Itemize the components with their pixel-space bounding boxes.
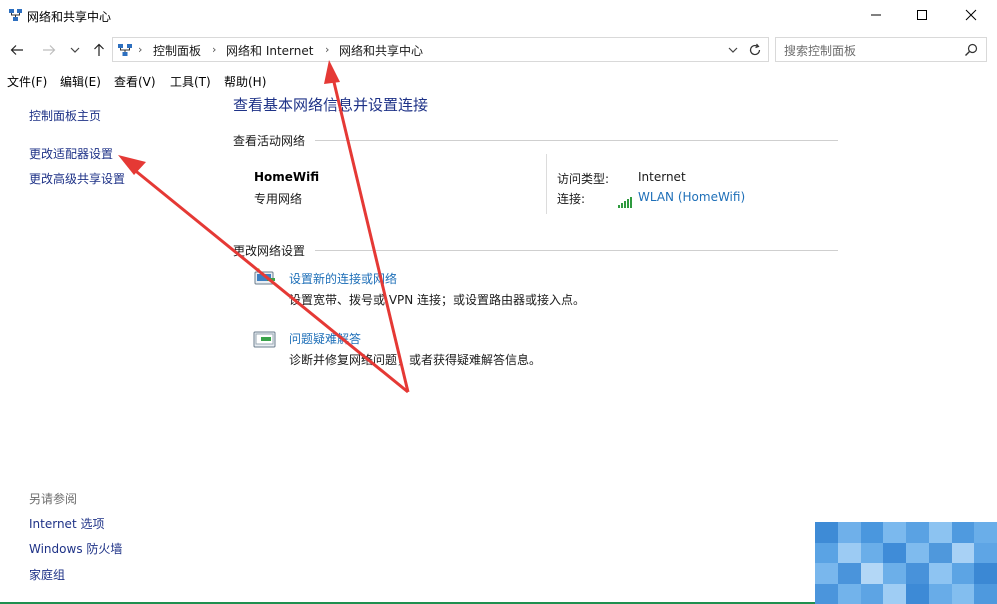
back-arrow-icon — [10, 45, 23, 55]
search-input[interactable]: 搜索控制面板 — [784, 42, 856, 59]
task-desc-troubleshoot: 诊断并修复网络问题，或者获得疑难解答信息。 — [289, 353, 542, 367]
forward-button[interactable] — [40, 41, 58, 59]
left-pane: 控制面板主页 更改适配器设置 更改高级共享设置 另请参阅 Internet 选项… — [0, 92, 225, 604]
task-desc-setup-connection: 设置宽带、拨号或 VPN 连接；或设置路由器或接入点。 — [289, 293, 586, 307]
troubleshoot-icon — [253, 330, 277, 350]
section-divider — [315, 140, 838, 141]
search-box[interactable]: 搜索控制面板 — [775, 37, 987, 62]
breadcrumb-control-panel[interactable]: 控制面板 — [153, 42, 201, 59]
forward-arrow-icon — [43, 45, 56, 55]
breadcrumb-separator: › — [212, 43, 217, 56]
back-button[interactable] — [8, 41, 26, 59]
network-center-icon — [8, 8, 23, 23]
menu-help[interactable]: 帮助(H) — [224, 73, 266, 90]
see-also-windows-firewall[interactable]: Windows 防火墙 — [29, 540, 122, 557]
breadcrumb-network-internet[interactable]: 网络和 Internet — [226, 42, 313, 59]
connection-link-wlan[interactable]: WLAN (HomeWifi) — [638, 190, 745, 204]
close-icon — [965, 9, 977, 21]
breadcrumb-separator: › — [138, 43, 143, 56]
breadcrumb-network-sharing-center[interactable]: 网络和共享中心 — [339, 42, 423, 59]
menu-file[interactable]: 文件(F) — [7, 73, 47, 90]
minimize-button[interactable] — [853, 0, 899, 30]
close-button[interactable] — [948, 0, 994, 30]
chevron-down-icon — [70, 47, 80, 53]
refresh-button[interactable] — [745, 41, 765, 59]
active-networks-heading: 查看活动网络 — [233, 134, 306, 148]
task-link-setup-connection[interactable]: 设置新的连接或网络 — [289, 270, 397, 287]
access-type-label: 访问类型: — [557, 172, 610, 186]
see-also-label: 另请参阅 — [29, 492, 78, 506]
maximize-icon — [917, 10, 927, 20]
vertical-divider — [546, 154, 547, 214]
section-divider — [315, 250, 838, 251]
recent-locations-button[interactable] — [66, 41, 84, 59]
up-arrow-icon — [94, 43, 104, 56]
menu-bar: 文件(F) 编辑(E) 查看(V) 工具(T) 帮助(H) — [0, 70, 997, 92]
address-dropdown-button[interactable] — [725, 42, 741, 58]
see-also-homegroup[interactable]: 家庭组 — [29, 566, 65, 583]
wifi-signal-icon — [618, 193, 632, 208]
window-title: 网络和共享中心 — [27, 10, 112, 24]
change-network-settings-heading: 更改网络设置 — [233, 244, 306, 258]
maximize-button[interactable] — [899, 0, 945, 30]
menu-view[interactable]: 查看(V) — [114, 73, 156, 90]
task-link-troubleshoot[interactable]: 问题疑难解答 — [289, 330, 361, 347]
new-connection-icon — [253, 268, 277, 288]
search-icon[interactable] — [964, 42, 980, 58]
desktop-background-corner — [815, 522, 997, 604]
see-also-internet-options[interactable]: Internet 选项 — [29, 515, 104, 532]
title-bar: 网络和共享中心 — [0, 0, 997, 32]
sidebar-link-change-adapter-settings[interactable]: 更改适配器设置 — [29, 145, 113, 162]
menu-tools[interactable]: 工具(T) — [170, 73, 211, 90]
refresh-icon — [749, 43, 761, 56]
access-type-value: Internet — [638, 170, 686, 184]
breadcrumb-separator: › — [325, 43, 330, 56]
chevron-down-icon — [728, 47, 738, 53]
menu-edit[interactable]: 编辑(E) — [60, 73, 101, 90]
page-title: 查看基本网络信息并设置连接 — [233, 96, 429, 114]
address-bar[interactable]: › 控制面板 › 网络和 Internet › 网络和共享中心 — [112, 37, 769, 62]
control-panel-icon — [117, 42, 133, 58]
up-button[interactable] — [90, 41, 108, 59]
minimize-icon — [871, 14, 881, 16]
network-name: HomeWifi — [254, 170, 320, 184]
network-category[interactable]: 专用网络 — [254, 190, 302, 207]
navigation-bar: › 控制面板 › 网络和 Internet › 网络和共享中心 搜索控制面板 — [0, 32, 997, 68]
connection-label: 连接: — [557, 192, 586, 206]
sidebar-link-control-panel-home[interactable]: 控制面板主页 — [29, 107, 101, 124]
sidebar-link-advanced-sharing-settings[interactable]: 更改高级共享设置 — [29, 170, 125, 187]
